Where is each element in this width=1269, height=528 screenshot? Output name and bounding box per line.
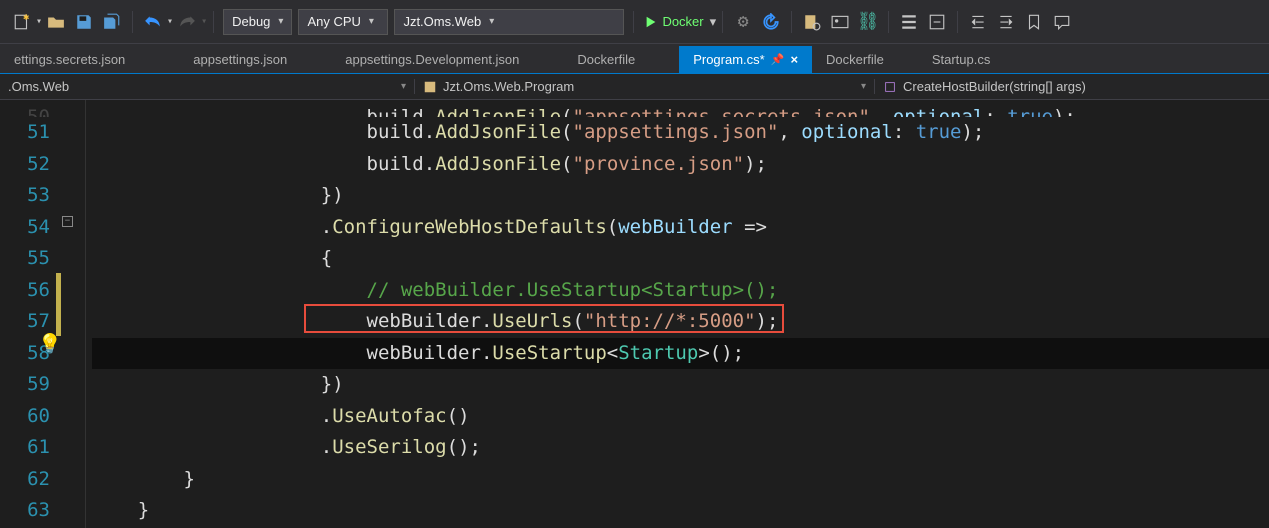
tab-startup-cs[interactable]: Startup.cs <box>918 46 1005 73</box>
image-icon[interactable] <box>827 9 853 35</box>
run-button[interactable]: Docker▾ <box>644 14 716 30</box>
platform-combo[interactable]: Any CPU▾ <box>298 9 388 35</box>
redo-button[interactable] <box>174 9 200 35</box>
lightbulb-icon[interactable]: 💡 <box>38 329 54 345</box>
tab-dockerfile-2[interactable]: Dockerfile <box>812 46 898 73</box>
browser-link-icon[interactable]: ⛓ <box>855 9 881 35</box>
list-icon[interactable] <box>896 9 922 35</box>
highlight-box <box>304 304 784 333</box>
pin-icon[interactable]: 📌 <box>771 53 785 66</box>
indent-icon[interactable] <box>993 9 1019 35</box>
startup-project-combo[interactable]: Jzt.Oms.Web▾ <box>394 9 624 35</box>
collapse-icon[interactable] <box>924 9 950 35</box>
nav-member[interactable]: CreateHostBuilder(string[] args) <box>875 79 1269 94</box>
tab-appsettings[interactable]: appsettings.json <box>179 46 301 73</box>
outline-margin: − <box>60 100 86 528</box>
line-number-gutter: 50 51 52 53 54 55 56 57 58 59 60 61 62 6… <box>0 100 60 528</box>
tab-program-cs[interactable]: Program.cs*📌× <box>679 46 812 73</box>
change-marker <box>56 273 61 336</box>
code-area[interactable]: 💡 build.AddJsonFile("appsettings.secrets… <box>86 100 1269 528</box>
find-in-files-icon[interactable] <box>799 9 825 35</box>
restart-icon[interactable] <box>758 9 784 35</box>
nav-class[interactable]: Jzt.Oms.Web.Program▾ <box>415 79 875 94</box>
close-icon[interactable]: × <box>790 52 798 67</box>
tab-appsettings-dev[interactable]: appsettings.Development.json <box>331 46 533 73</box>
comment-icon[interactable] <box>1049 9 1075 35</box>
save-button[interactable] <box>71 9 97 35</box>
new-item-button[interactable]: ✱ <box>9 9 35 35</box>
collapse-toggle[interactable]: − <box>62 216 73 227</box>
svg-text:✱: ✱ <box>23 13 30 23</box>
nav-project[interactable]: .Oms.Web▾ <box>0 79 415 94</box>
outdent-icon[interactable] <box>965 9 991 35</box>
open-file-button[interactable] <box>43 9 69 35</box>
save-all-button[interactable] <box>99 9 125 35</box>
tab-secrets[interactable]: ettings.secrets.json <box>0 46 139 73</box>
main-toolbar: ✱ ▾ ▾ ▾ Debug▾ Any CPU▾ Jzt.Oms.Web▾ Doc… <box>0 0 1269 44</box>
refresh-icon[interactable]: ⚙ <box>730 9 756 35</box>
tab-dockerfile[interactable]: Dockerfile <box>563 46 649 73</box>
code-editor[interactable]: 50 51 52 53 54 55 56 57 58 59 60 61 62 6… <box>0 100 1269 528</box>
tab-strip: ettings.secrets.json appsettings.json ap… <box>0 44 1269 74</box>
configuration-combo[interactable]: Debug▾ <box>223 9 292 35</box>
code-nav-bar: .Oms.Web▾ Jzt.Oms.Web.Program▾ CreateHos… <box>0 74 1269 100</box>
bookmark-icon[interactable] <box>1021 9 1047 35</box>
undo-button[interactable] <box>140 9 166 35</box>
